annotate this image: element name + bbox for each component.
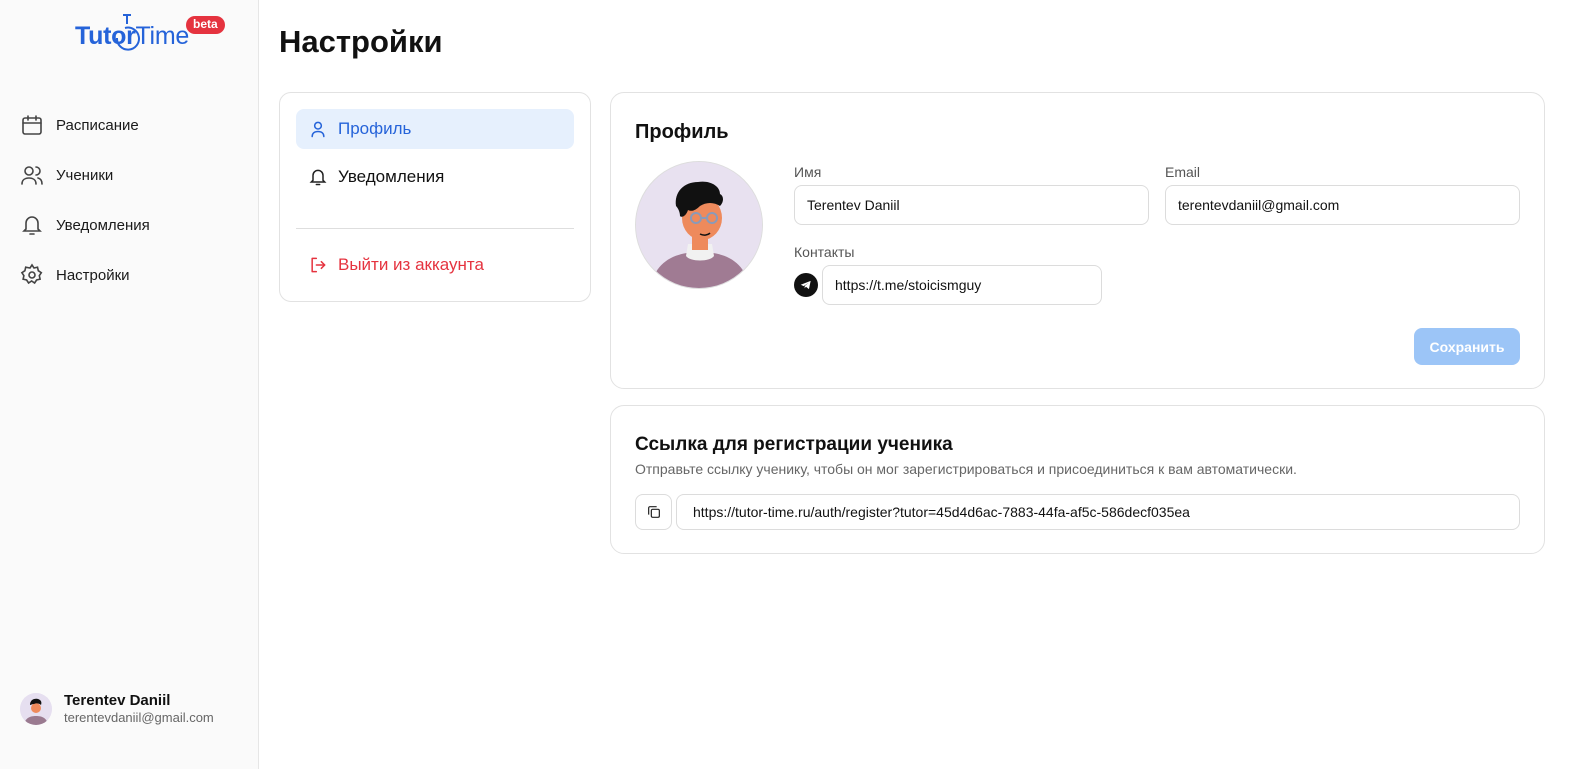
sidebar-item-schedule[interactable]: Расписание [20,110,240,140]
save-button[interactable]: Сохранить [1414,328,1520,365]
user-icon [311,121,325,138]
telegram-field[interactable] [822,265,1102,305]
gear-icon [20,263,43,285]
settings-tab-notifications[interactable]: Уведомления [296,157,574,197]
user-name: Terentev Daniil [64,692,171,709]
sidebar-nav: Расписание Ученики Уведомления Настройки [20,110,240,310]
logout-icon [311,257,326,273]
user-email: terentevdaniil@gmail.com [64,710,214,725]
copy-button[interactable] [635,494,672,530]
name-label: Имя [794,164,822,180]
sidebar-item-notifications[interactable]: Уведомления [20,210,240,240]
bell-icon [309,169,327,186]
profile-card: Профиль Имя Email Контакты Сохранить [610,92,1545,389]
avatar [20,692,52,725]
copy-icon [647,506,660,518]
sidebar: TutorTime beta Расписание Ученики Уведом… [0,0,259,769]
settings-menu: Профиль Уведомления Выйти из аккаунта [279,92,591,302]
calendar-icon [22,115,42,135]
logo-time-text: Time [135,22,190,50]
registration-link-description: Отправьте ссылку ученику, чтобы он мог з… [635,461,1297,477]
users-icon [21,166,43,185]
profile-title: Профиль [635,121,729,143]
email-field[interactable] [1165,185,1520,225]
contacts-label: Контакты [794,244,855,260]
settings-tab-profile[interactable]: Профиль [296,109,574,149]
registration-link-title: Ссылка для регистрации ученика [635,434,953,455]
settings-tab-label: Профиль [338,119,412,138]
beta-badge: beta [186,16,225,34]
current-user[interactable]: Terentev Daniil terentevdaniil@gmail.com [20,691,214,726]
logout-button[interactable]: Выйти из аккаунта [296,245,574,285]
email-label: Email [1165,164,1201,180]
logout-label: Выйти из аккаунта [338,255,484,274]
logo[interactable]: TutorTime beta [75,12,230,56]
telegram-icon [794,273,818,297]
divider [296,228,574,229]
profile-avatar[interactable] [635,161,763,289]
page-title: Настройки [279,24,443,59]
bell-icon [22,216,42,235]
sidebar-item-label: Уведомления [56,216,150,234]
settings-tab-label: Уведомления [338,167,445,186]
sidebar-item-label: Ученики [56,166,114,184]
stopwatch-icon [115,14,140,51]
sidebar-item-students[interactable]: Ученики [20,160,240,190]
registration-link-field[interactable] [676,494,1520,530]
sidebar-item-label: Настройки [56,266,130,284]
name-field[interactable] [794,185,1149,225]
sidebar-item-settings[interactable]: Настройки [20,260,240,290]
registration-link-card: Ссылка для регистрации ученика Отправьте… [610,405,1545,554]
sidebar-item-label: Расписание [56,116,139,134]
